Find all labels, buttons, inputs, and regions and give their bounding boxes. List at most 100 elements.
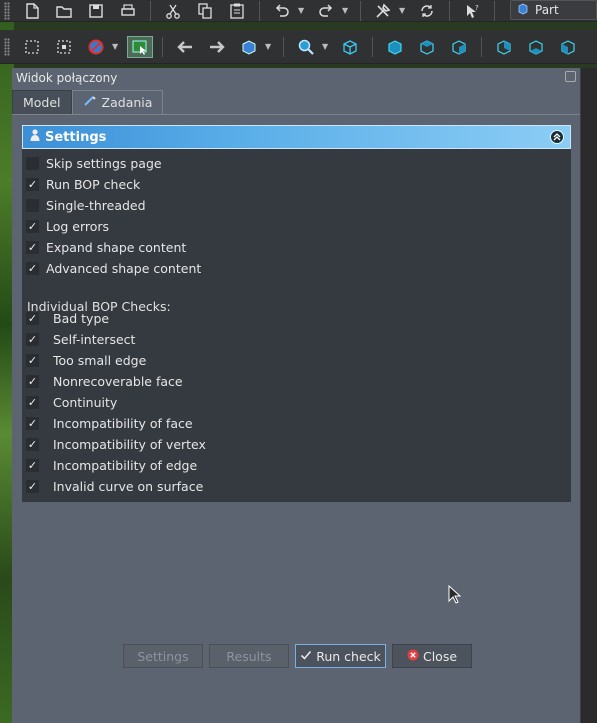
toolbar-separator	[372, 36, 373, 57]
main-toolbar: ▼ ▼ ▼ ?	[0, 0, 597, 22]
taskbox-header[interactable]: Settings	[22, 125, 571, 149]
chevron-down-icon[interactable]: ▼	[322, 42, 330, 51]
chevron-down-icon[interactable]: ▼	[265, 42, 273, 51]
new-document-icon[interactable]	[19, 0, 45, 22]
button-label: Run check	[316, 648, 381, 664]
undo-icon[interactable]	[269, 0, 295, 22]
svg-text:?: ?	[475, 4, 479, 12]
toolbar-separator	[150, 0, 151, 21]
toolbar-grip[interactable]	[4, 37, 10, 56]
chevron-down-icon[interactable]: ▼	[298, 6, 306, 15]
close-icon	[407, 649, 419, 664]
tab-label: Model	[23, 95, 61, 110]
print-icon[interactable]	[115, 0, 141, 22]
checkbox[interactable]: ✓	[26, 178, 39, 191]
chevron-down-icon[interactable]: ▼	[399, 6, 407, 15]
panel-tabs: Model Zadania	[12, 90, 164, 114]
tab-model[interactable]: Model	[12, 90, 72, 114]
dialog-button-row: Settings Results Run check Close	[123, 644, 472, 668]
option-run-bop-check[interactable]: ✓ Run BOP check	[26, 174, 140, 195]
close-button[interactable]: Close	[392, 644, 472, 668]
tools-icon[interactable]	[370, 0, 396, 22]
bop-check-continuity[interactable]: ✓ Continuity	[26, 392, 117, 413]
checkbox[interactable]: ✓	[26, 417, 39, 430]
workbench-selector[interactable]: Part	[510, 0, 597, 20]
checkbox[interactable]: ✓	[26, 312, 39, 325]
toolbar-separator	[162, 36, 163, 57]
chevron-down-icon[interactable]: ▼	[342, 6, 350, 15]
panel-title: Widok połączony	[16, 71, 118, 85]
collapse-icon[interactable]	[550, 130, 564, 144]
cut-icon[interactable]	[160, 0, 186, 22]
option-single-threaded[interactable]: Single-threaded	[26, 195, 146, 216]
bop-check-self-intersect[interactable]: ✓ Self-intersect	[26, 329, 135, 350]
bop-check-too-small-edge[interactable]: ✓ Too small edge	[26, 350, 146, 371]
tab-label: Zadania	[101, 95, 153, 110]
view-right-icon[interactable]	[446, 36, 472, 58]
view-rear-icon[interactable]	[491, 36, 517, 58]
option-log-errors[interactable]: ✓ Log errors	[26, 216, 109, 237]
results-button[interactable]: Results	[209, 644, 289, 668]
checkbox[interactable]: ✓	[26, 220, 39, 233]
tasks-tool-icon	[83, 95, 97, 110]
open-folder-icon[interactable]	[51, 0, 77, 22]
chevron-down-icon[interactable]: ▼	[112, 42, 120, 51]
toolbar-separator	[494, 0, 495, 21]
view-top-icon[interactable]	[414, 36, 440, 58]
bop-check-invalid-curve[interactable]: ✓ Invalid curve on surface	[26, 476, 203, 497]
settings-button[interactable]: Settings	[123, 644, 203, 668]
toolbar-separator	[449, 0, 450, 21]
option-skip-settings[interactable]: Skip settings page	[26, 153, 162, 174]
mouse-pointer-icon	[448, 584, 462, 608]
save-icon[interactable]	[83, 0, 109, 22]
checkbox[interactable]	[26, 199, 39, 212]
bop-check-nonrecoverable-face[interactable]: ✓ Nonrecoverable face	[26, 371, 183, 392]
tab-tasks[interactable]: Zadania	[71, 90, 164, 114]
bookmark-view-icon[interactable]	[236, 36, 262, 58]
right-dock-area	[580, 68, 597, 723]
run-check-button[interactable]: Run check	[295, 644, 386, 668]
checkbox[interactable]	[26, 157, 39, 170]
refresh-icon[interactable]	[414, 0, 440, 22]
checkbox[interactable]: ✓	[26, 375, 39, 388]
draw-style-icon[interactable]	[83, 36, 109, 58]
view-isometric-icon[interactable]	[337, 36, 363, 58]
checkbox[interactable]: ✓	[26, 438, 39, 451]
box-element-select-icon[interactable]	[51, 36, 77, 58]
toolbar-separator	[360, 0, 361, 21]
part-cube-icon	[517, 3, 529, 18]
checkbox[interactable]: ✓	[26, 333, 39, 346]
whats-this-icon[interactable]: ?	[459, 0, 485, 22]
button-label: Results	[226, 648, 272, 664]
toolbar-grip[interactable]	[4, 1, 10, 20]
checkbox[interactable]: ✓	[26, 241, 39, 254]
bop-check-incompatibility-edge[interactable]: ✓ Incompatibility of edge	[26, 455, 197, 476]
view-bottom-icon[interactable]	[523, 36, 549, 58]
bop-check-incompatibility-face[interactable]: ✓ Incompatibility of face	[26, 413, 193, 434]
zoom-icon[interactable]	[293, 36, 319, 58]
bop-check-bad-type[interactable]: ✓ Bad type	[26, 308, 109, 329]
checkbox[interactable]: ✓	[26, 480, 39, 493]
settings-taskbox: Settings Skip settings page ✓ Run BOP ch…	[22, 125, 571, 502]
paste-icon[interactable]	[224, 0, 250, 22]
checkbox[interactable]: ✓	[26, 354, 39, 367]
view-left-icon[interactable]	[555, 36, 581, 58]
selection-view-icon[interactable]	[127, 35, 153, 58]
redo-icon[interactable]	[313, 0, 339, 22]
view-toolbar: ▼ ▼ ▼	[0, 30, 597, 64]
checkbox[interactable]: ✓	[26, 459, 39, 472]
toolbar-separator	[283, 36, 284, 57]
option-expand-shape-content[interactable]: ✓ Expand shape content	[26, 237, 186, 258]
float-panel-icon[interactable]	[565, 71, 576, 82]
copy-icon[interactable]	[192, 0, 218, 22]
bop-check-incompatibility-vertex[interactable]: ✓ Incompatibility of vertex	[26, 434, 206, 455]
option-advanced-shape-content[interactable]: ✓ Advanced shape content	[26, 258, 201, 279]
checkbox[interactable]: ✓	[26, 262, 39, 275]
view-front-icon[interactable]	[382, 36, 408, 58]
checkbox[interactable]: ✓	[26, 396, 39, 409]
back-arrow-icon[interactable]	[172, 36, 198, 58]
combo-view-panel: Widok połączony Model Zadania Settings S…	[12, 68, 580, 723]
forward-arrow-icon[interactable]	[204, 36, 230, 58]
box-select-icon[interactable]	[19, 36, 45, 58]
tab-pane-border	[12, 114, 580, 115]
